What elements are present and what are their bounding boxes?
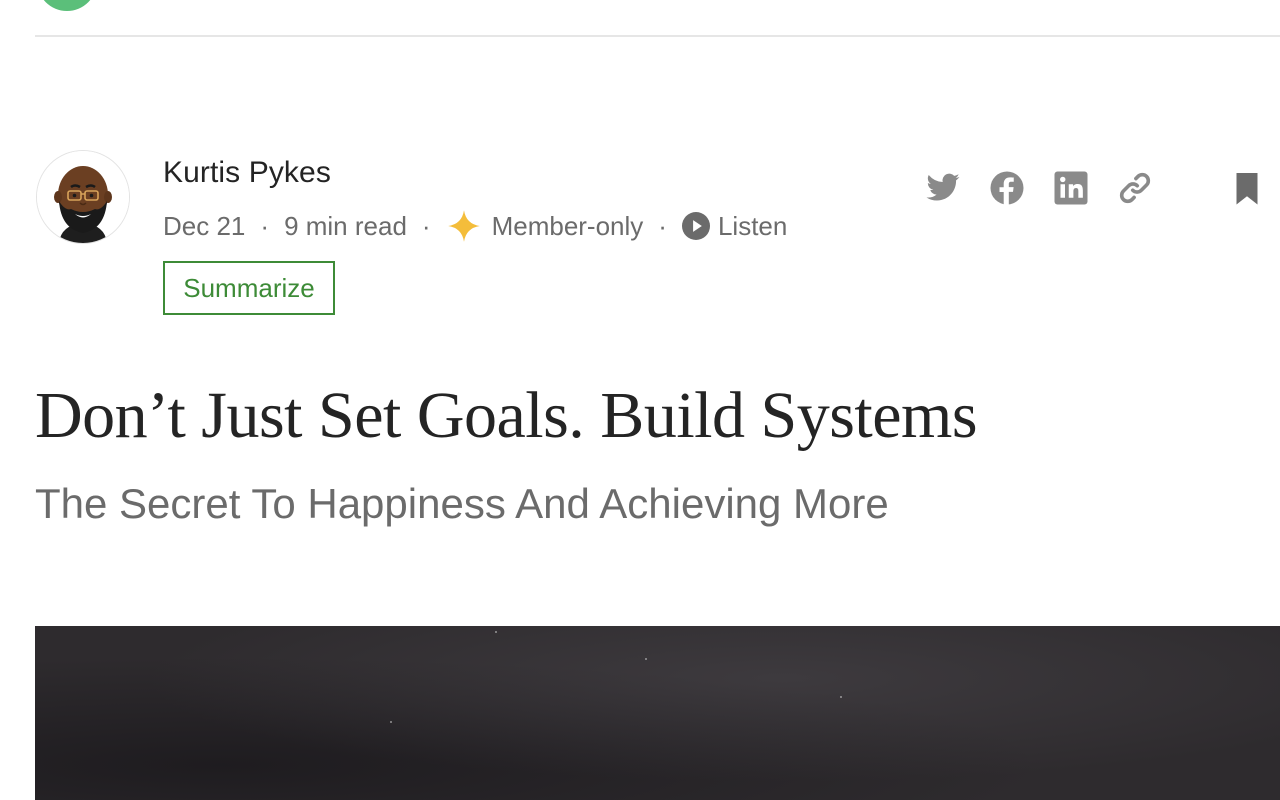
- twitter-icon[interactable]: [925, 170, 961, 206]
- article-title: Don’t Just Set Goals. Build Systems: [35, 379, 978, 452]
- article-subtitle: The Secret To Happiness And Achieving Mo…: [35, 480, 889, 527]
- hero-image-speck: [840, 696, 842, 698]
- bookmark-icon[interactable]: [1229, 170, 1265, 206]
- hero-image-speck: [495, 631, 497, 633]
- linkedin-icon[interactable]: [1053, 170, 1089, 206]
- meta-separator: ·: [421, 210, 431, 241]
- header-divider: [35, 35, 1280, 37]
- meta-separator: ·: [260, 210, 270, 241]
- summarize-button[interactable]: Summarize: [163, 261, 335, 315]
- publish-date: Dec 21: [163, 210, 246, 241]
- author-avatar-image: [37, 151, 129, 243]
- read-time: 9 min read: [284, 210, 407, 241]
- hero-image-speck: [645, 658, 647, 660]
- facebook-icon[interactable]: [989, 170, 1025, 206]
- listen-button[interactable]: Listen: [681, 210, 788, 242]
- article-meta: Dec 21 · 9 min read · Member-only · List…: [163, 208, 787, 244]
- listen-label: Listen: [717, 210, 788, 241]
- hero-image: [35, 626, 1280, 800]
- member-only-label: Member-only: [491, 210, 644, 241]
- play-icon: [681, 212, 710, 240]
- link-icon[interactable]: [1117, 170, 1153, 206]
- user-avatar[interactable]: [37, 0, 97, 11]
- author-name[interactable]: Kurtis Pykes: [163, 156, 331, 190]
- hero-image-speck: [390, 721, 392, 723]
- meta-separator: ·: [658, 210, 667, 241]
- author-avatar[interactable]: [36, 150, 130, 244]
- member-star-icon: [447, 210, 480, 242]
